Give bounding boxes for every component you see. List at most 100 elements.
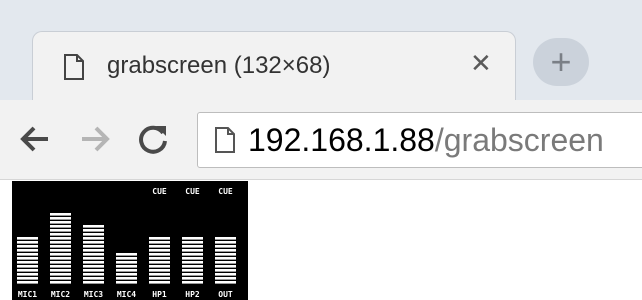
- tab-grabscreen[interactable]: grabscreen (132×68) ✕: [32, 31, 516, 100]
- channel-label: HP1: [152, 290, 167, 299]
- meter-segment: [149, 249, 170, 252]
- meter-segment: [116, 253, 137, 256]
- meter-segment: [50, 273, 71, 276]
- meter-segment: [17, 273, 38, 276]
- meter-segment: [182, 261, 203, 264]
- meter-segment: [215, 253, 236, 256]
- cue-label: CUE: [218, 187, 233, 196]
- meter-segment: [149, 241, 170, 244]
- meter-segment: [17, 241, 38, 244]
- meter-segment: [50, 217, 71, 220]
- meter-segment: [182, 273, 203, 276]
- meter-segment: [182, 253, 203, 256]
- meter-segment: [50, 221, 71, 224]
- cue-label: CUE: [152, 187, 167, 196]
- meter-segment: [50, 213, 71, 216]
- meter-segment: [149, 257, 170, 260]
- meter-segment: [215, 245, 236, 248]
- meter-segment: [182, 249, 203, 252]
- tab-strip: grabscreen (132×68) ✕ +: [0, 0, 642, 100]
- channel-label: MIC2: [51, 290, 70, 299]
- meter-segment: [17, 265, 38, 268]
- meter-segment: [83, 269, 104, 272]
- url-text[interactable]: 192.168.1.88/grabscreen: [248, 121, 604, 159]
- meter-segment: [149, 253, 170, 256]
- meter-segment: [149, 273, 170, 276]
- meter-segment: [116, 265, 137, 268]
- meter-segment: [182, 245, 203, 248]
- meter-segment: [50, 261, 71, 264]
- meter-segment: [17, 261, 38, 264]
- meter-segment: [83, 257, 104, 260]
- meter-segment: [50, 253, 71, 256]
- grabscreen-image: MIC1 MIC2 MIC3 MIC4 HP1 CUE HP2 CUE OUT CUE: [12, 181, 248, 300]
- meter-segment: [215, 261, 236, 264]
- meter-segment: [50, 265, 71, 268]
- meter-segment: [50, 237, 71, 240]
- meter-segment: [182, 277, 203, 280]
- meter-segment: [83, 245, 104, 248]
- meter-segment: [50, 241, 71, 244]
- channel-label: MIC1: [18, 290, 37, 299]
- meter-segment: [182, 281, 203, 284]
- meter-segment: [215, 249, 236, 252]
- forward-arrow-icon[interactable]: [78, 122, 112, 156]
- meter-segment: [17, 269, 38, 272]
- meter-segment: [83, 277, 104, 280]
- meter-segment: [215, 237, 236, 240]
- meter-segment: [116, 273, 137, 276]
- meter-segment: [149, 261, 170, 264]
- meter-segment: [215, 277, 236, 280]
- meter-segment: [83, 281, 104, 284]
- meter-segment: [50, 249, 71, 252]
- meter-segment: [17, 257, 38, 260]
- meter-segment: [50, 257, 71, 260]
- channel-label: MIC3: [84, 290, 103, 299]
- meter-segment: [50, 269, 71, 272]
- meter-segment: [50, 225, 71, 228]
- plus-icon: +: [550, 41, 572, 82]
- new-tab-button[interactable]: +: [533, 38, 589, 86]
- meter-segment: [215, 241, 236, 244]
- url-host: 192.168.1.88: [248, 122, 435, 158]
- channel-label: OUT: [218, 290, 233, 299]
- meter-segment: [50, 277, 71, 280]
- close-icon[interactable]: ✕: [470, 50, 492, 76]
- meter-segment: [149, 277, 170, 280]
- meter-segment: [182, 257, 203, 260]
- meter-segment: [182, 241, 203, 244]
- meter-segment: [83, 253, 104, 256]
- meter-segment: [50, 245, 71, 248]
- url-path: /grabscreen: [434, 122, 604, 158]
- address-bar[interactable]: 192.168.1.88/grabscreen: [197, 112, 642, 168]
- meter-segment: [83, 241, 104, 244]
- channel-label: HP2: [185, 290, 200, 299]
- meter-segment: [149, 245, 170, 248]
- level-meter-display: MIC1 MIC2 MIC3 MIC4 HP1 CUE HP2 CUE OUT CUE: [17, 187, 236, 299]
- browser-toolbar: 192.168.1.88/grabscreen: [0, 100, 642, 180]
- meter-segment: [215, 281, 236, 284]
- reload-icon[interactable]: [136, 122, 170, 156]
- meter-segment: [149, 265, 170, 268]
- meter-segment: [116, 269, 137, 272]
- meter-segment: [83, 265, 104, 268]
- meter-segment: [83, 229, 104, 232]
- meter-segment: [83, 225, 104, 228]
- meter-segment: [116, 281, 137, 284]
- meter-segment: [17, 281, 38, 284]
- channel-label: MIC4: [117, 290, 136, 299]
- meter-segment: [116, 261, 137, 264]
- tab-title: grabscreen (132×68): [107, 52, 331, 79]
- meter-segment: [215, 273, 236, 276]
- meter-segment: [149, 237, 170, 240]
- meter-segment: [50, 229, 71, 232]
- meter-segment: [215, 257, 236, 260]
- meter-segment: [83, 237, 104, 240]
- meter-segment: [149, 281, 170, 284]
- meter-segment: [17, 237, 38, 240]
- meter-segment: [83, 261, 104, 264]
- meter-segment: [17, 253, 38, 256]
- page-icon: [215, 127, 235, 153]
- meter-segment: [116, 277, 137, 280]
- back-arrow-icon[interactable]: [18, 122, 52, 156]
